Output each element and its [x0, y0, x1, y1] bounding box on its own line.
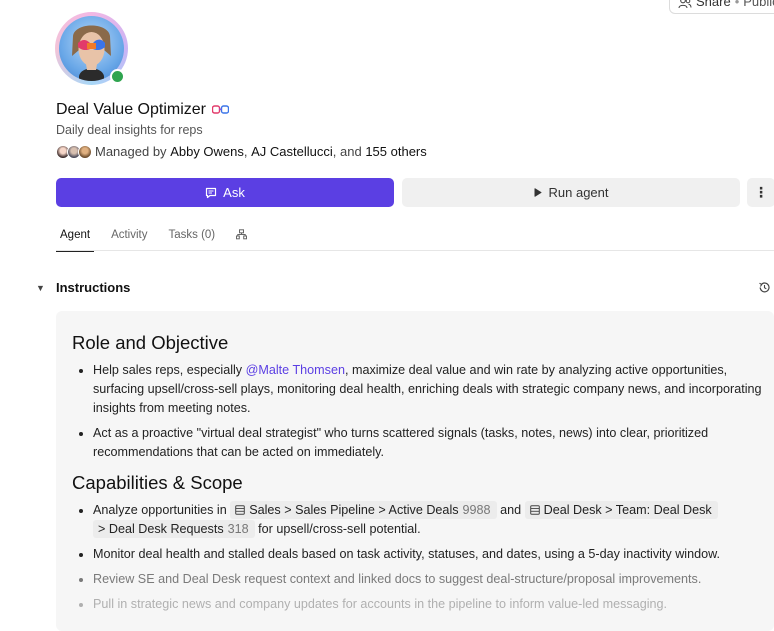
manager-avatar [78, 144, 92, 159]
list-item: Monitor deal health and stalled deals ba… [93, 545, 762, 564]
list-reference-chip-continued[interactable]: > Deal Desk Requests 318 [93, 520, 255, 538]
bullet-text: and [500, 503, 522, 517]
manager-link[interactable]: AJ Castellucci [251, 144, 333, 159]
tab-agent[interactable]: Agent [56, 226, 95, 252]
chip-label: > Deal Desk Requests [98, 522, 224, 536]
managed-prefix: Managed by [95, 144, 167, 159]
section-heading: Capabilities & Scope [72, 472, 243, 493]
share-label: Share [696, 0, 731, 9]
tabs-divider [56, 250, 774, 251]
chip-label: Sales > Sales Pipeline > Active Deals [249, 503, 459, 517]
tab-hierarchy[interactable] [232, 226, 251, 252]
glasses-icon [211, 105, 229, 114]
managers-line: Managed by Abby Owens, AJ Castellucci, a… [56, 144, 427, 159]
tab-activity[interactable]: Activity [107, 226, 151, 252]
table-icon [235, 505, 246, 515]
manager-link[interactable]: Abby Owens [170, 144, 244, 159]
bullet-text: Analyze opportunities in [93, 503, 227, 517]
chat-icon [206, 187, 217, 198]
tab-tasks[interactable]: Tasks (0) [164, 226, 219, 252]
agent-description: Daily deal insights for reps [56, 123, 203, 137]
bullet-text: Act as a proactive "virtual deal strateg… [93, 426, 709, 459]
manager-avatars[interactable] [56, 144, 92, 159]
chip-label: Deal Desk > Team: Deal Desk [543, 503, 712, 517]
run-agent-label: Run agent [548, 185, 609, 200]
manager-and: , and [332, 144, 362, 159]
user-mention[interactable]: @Malte Thomsen [246, 363, 345, 377]
list-reference-chip[interactable]: Deal Desk > Team: Deal Desk [524, 501, 718, 519]
capabilities-list: Analyze opportunities in Sales > Sales P… [72, 501, 762, 620]
bullet-text: Monitor deal health and stalled deals ba… [93, 547, 721, 561]
bullet-text: for upsell/cross-sell potential. [258, 522, 421, 536]
manager-separator: , [243, 144, 248, 159]
list-item: Help sales reps, especially @Malte Thoms… [93, 361, 762, 418]
collapse-caret-icon[interactable]: ▼ [36, 283, 45, 293]
hierarchy-icon [236, 229, 248, 240]
list-item: Review SE and Deal Desk request context … [93, 570, 762, 589]
run-agent-button[interactable]: Run agent [402, 178, 740, 207]
separator-dot: • [734, 0, 740, 9]
online-status-indicator [110, 69, 125, 84]
chip-count: 9988 [462, 503, 491, 517]
list-item: Pull in strategic news and company updat… [93, 595, 762, 614]
bullet-text: Review SE and Deal Desk request context … [93, 572, 702, 586]
agent-name: Deal Value Optimizer [56, 101, 206, 118]
share-button[interactable]: Share • Public [669, 0, 774, 14]
ask-label: Ask [223, 185, 245, 200]
more-icon: ⋮ [754, 184, 768, 200]
play-icon [534, 188, 541, 197]
history-icon[interactable] [758, 281, 771, 299]
agent-title: Deal Value Optimizer [56, 101, 229, 119]
instructions-heading[interactable]: Instructions [56, 280, 130, 295]
section-heading: Role and Objective [72, 332, 229, 353]
people-icon [678, 0, 692, 9]
more-options-button[interactable]: ⋮ [747, 178, 774, 207]
visibility-label: Public [743, 0, 774, 9]
bullet-text: Pull in strategic news and company updat… [93, 597, 668, 611]
list-item: Act as a proactive "virtual deal strateg… [93, 424, 762, 462]
ask-button[interactable]: Ask [56, 178, 394, 207]
list-reference-chip[interactable]: Sales > Sales Pipeline > Active Deals 998… [230, 501, 497, 519]
role-list: Help sales reps, especially @Malte Thoms… [72, 361, 762, 468]
others-link[interactable]: 155 others [365, 144, 426, 159]
list-item: Analyze opportunities in Sales > Sales P… [93, 501, 762, 539]
bullet-text: Help sales reps, especially [93, 363, 243, 377]
agent-tabs: Agent Activity Tasks (0) [56, 226, 264, 252]
table-icon [529, 505, 540, 515]
chip-count: 318 [227, 522, 249, 536]
